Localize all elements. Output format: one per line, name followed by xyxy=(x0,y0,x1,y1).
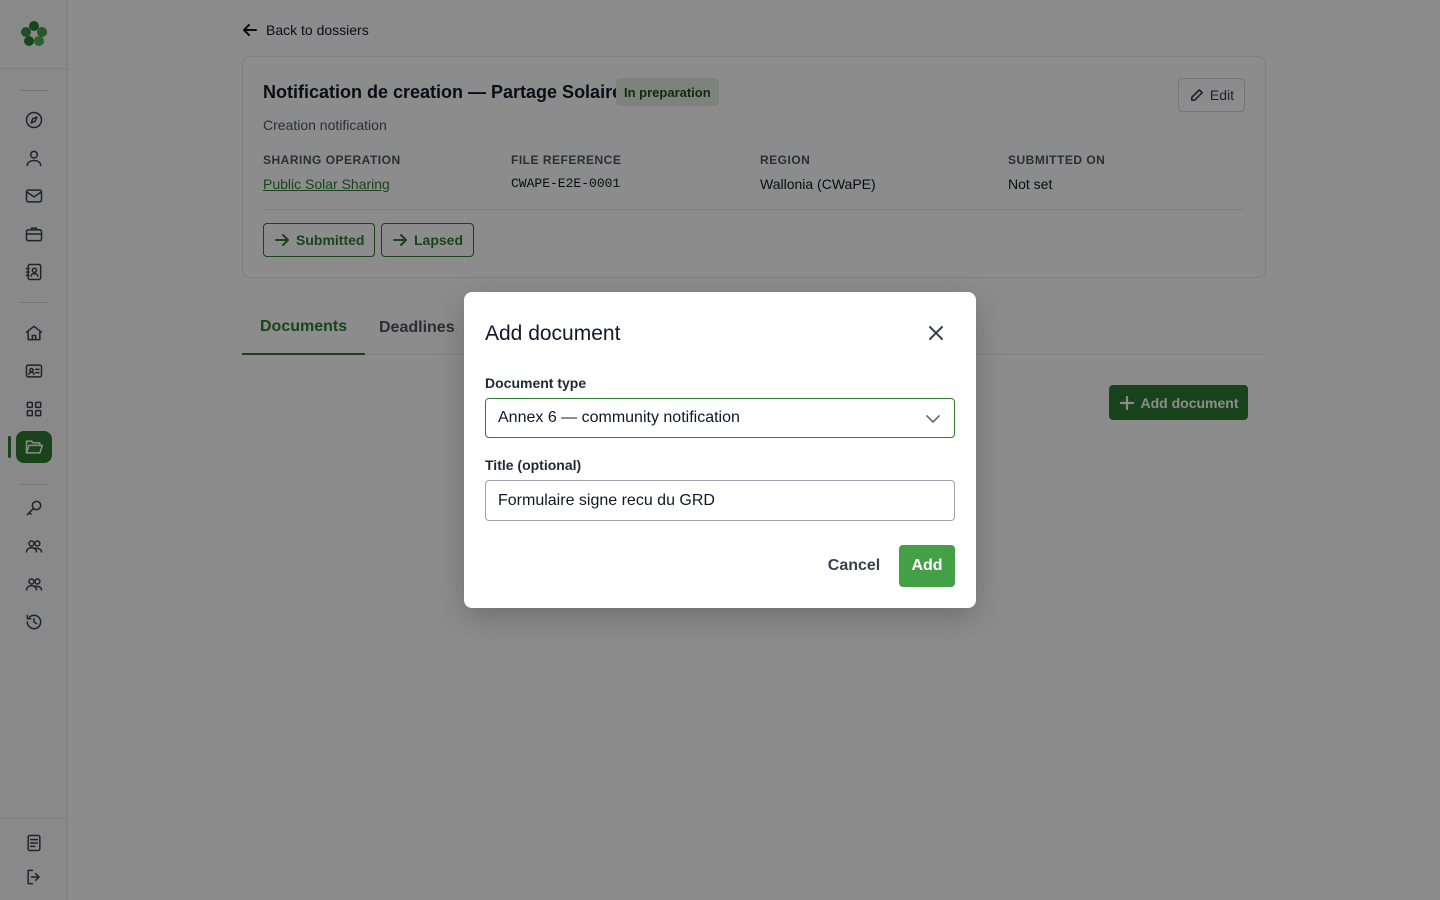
cancel-button[interactable]: Cancel xyxy=(820,545,888,587)
add-button[interactable]: Add xyxy=(899,545,955,587)
dialog-title: Add document xyxy=(485,322,621,345)
add-document-dialog: Add document Document type Annex 6 — com… xyxy=(464,292,976,608)
title-input[interactable] xyxy=(485,480,955,521)
close-icon xyxy=(929,326,943,340)
document-type-label: Document type xyxy=(485,375,587,391)
close-button[interactable] xyxy=(924,321,948,345)
chevron-down-icon xyxy=(924,410,942,428)
title-field-label: Title (optional) xyxy=(485,457,582,473)
document-type-value: Annex 6 — community notification xyxy=(498,409,740,426)
document-type-select[interactable]: Annex 6 — community notification xyxy=(485,398,955,438)
